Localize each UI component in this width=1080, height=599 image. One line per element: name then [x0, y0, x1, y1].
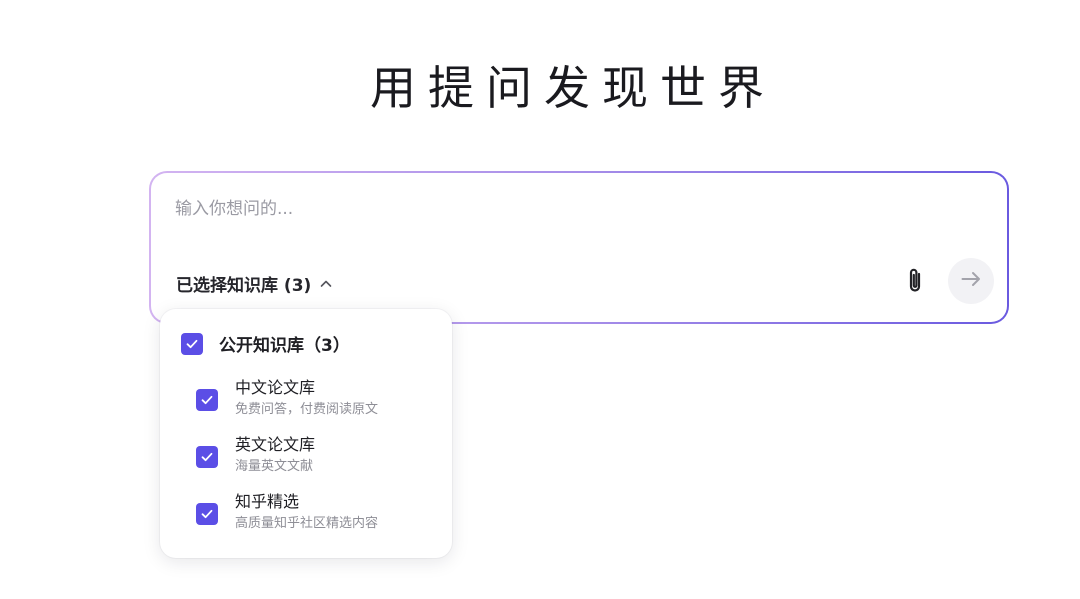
- kb-item-title: 中文论文库: [235, 378, 316, 397]
- check-icon: [201, 452, 213, 462]
- group-label: 公开知识库（3）: [219, 336, 350, 356]
- page: 用提问发现世界 已选择知识库 (3): [0, 0, 1080, 599]
- check-icon: [201, 509, 213, 519]
- kb-selector-label: 已选择知识库 (3): [176, 276, 312, 296]
- kb-item-desc: 海量英文文献: [235, 459, 314, 474]
- paperclip-icon: [904, 266, 926, 300]
- kb-group-public[interactable]: 公开知识库（3）: [181, 331, 350, 356]
- kb-item-checkbox[interactable]: [196, 446, 218, 468]
- chevron-up-icon: [319, 277, 333, 291]
- kb-item-chinese-papers[interactable]: 中文论文库 免费问答，付费阅读原文: [196, 377, 378, 420]
- kb-item-title: 知乎精选: [235, 492, 300, 511]
- kb-selector-toggle[interactable]: 已选择知识库 (3): [176, 271, 333, 296]
- kb-item-desc: 免费问答，付费阅读原文: [235, 402, 379, 417]
- kb-item-checkbox[interactable]: [196, 503, 218, 525]
- group-checkbox[interactable]: [181, 332, 203, 355]
- kb-item-english-papers[interactable]: 英文论文库 海量英文文献: [196, 434, 315, 477]
- kb-item-title: 英文论文库: [235, 435, 316, 454]
- check-icon: [186, 339, 198, 348]
- kb-item-zhihu-selected[interactable]: 知乎精选 高质量知乎社区精选内容: [196, 491, 378, 534]
- check-icon: [201, 395, 213, 405]
- send-button[interactable]: [948, 258, 994, 304]
- kb-item-checkbox[interactable]: [196, 389, 218, 411]
- query-input[interactable]: [175, 199, 875, 219]
- query-box: 已选择知识库 (3): [149, 171, 1009, 324]
- hero-title: 用提问发现世界: [370, 61, 776, 115]
- arrow-right-icon: [959, 267, 983, 295]
- kb-dropdown: 公开知识库（3） 中文论文库 免费问答，付费阅读原文 英文论文库 海量英文文献: [160, 309, 452, 558]
- attach-button[interactable]: [900, 266, 930, 300]
- kb-item-desc: 高质量知乎社区精选内容: [235, 516, 379, 531]
